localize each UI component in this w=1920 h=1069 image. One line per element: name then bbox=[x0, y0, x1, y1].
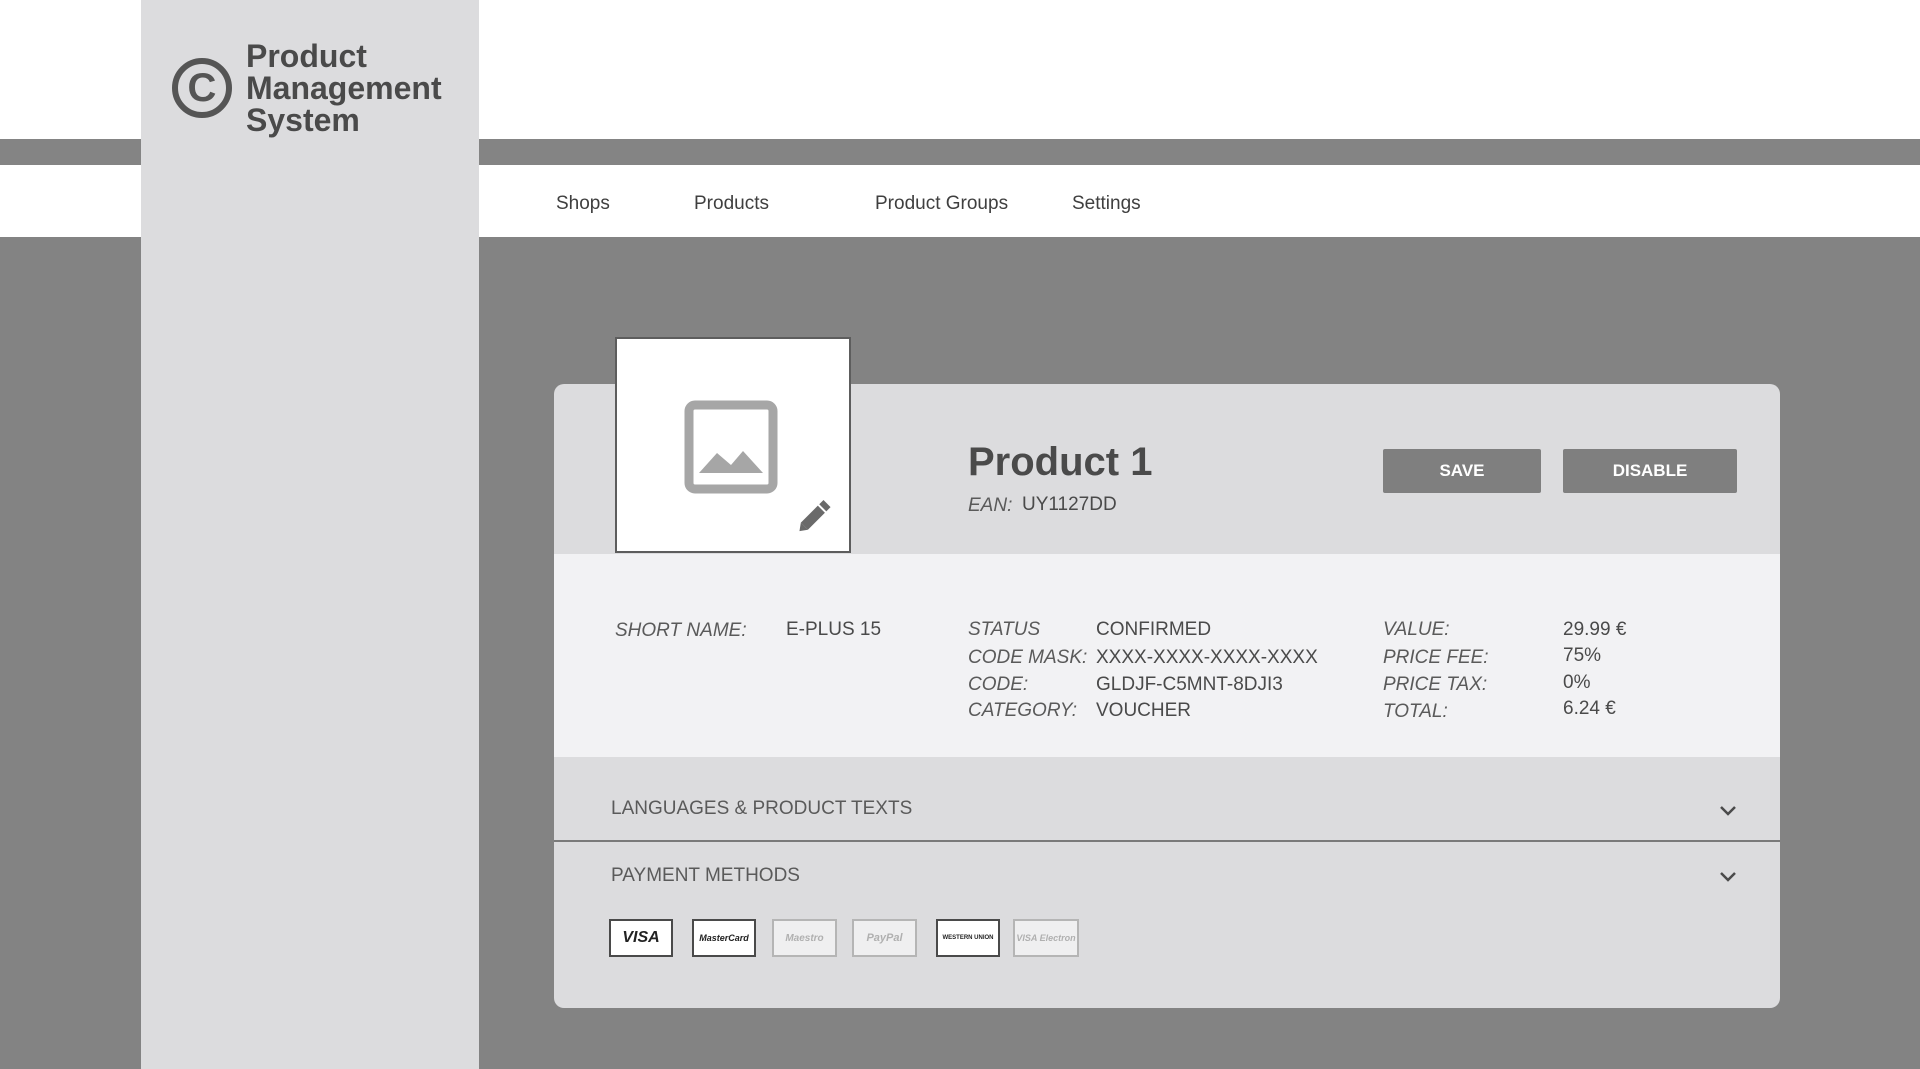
code-label: CODE: bbox=[968, 674, 1029, 695]
payment-method-mastercard[interactable]: MasterCard bbox=[692, 919, 756, 957]
category-value: VOUCHER bbox=[1096, 700, 1192, 721]
app-title-line: Product bbox=[246, 38, 367, 74]
save-button[interactable]: SAVE bbox=[1383, 449, 1541, 493]
status-value: CONFIRMED bbox=[1096, 619, 1212, 640]
nav-item-shops[interactable]: Shops bbox=[556, 193, 610, 215]
app-title-line: System bbox=[246, 102, 360, 138]
nav-item-products[interactable]: Products bbox=[694, 193, 769, 215]
code-mask-value: XXXX-XXXX-XXXX-XXXX bbox=[1096, 647, 1318, 668]
payment-method-paypal[interactable]: PayPal bbox=[852, 919, 917, 957]
value-label: VALUE: bbox=[1383, 619, 1450, 640]
status-label: STATUS bbox=[968, 619, 1041, 640]
payment-methods-section-header[interactable]: PAYMENT METHODS bbox=[611, 865, 800, 887]
app-logo[interactable]: C Product Management System bbox=[172, 40, 442, 136]
price-fee-label: PRICE FEE: bbox=[1383, 647, 1489, 668]
total-label: TOTAL: bbox=[1383, 701, 1448, 722]
languages-section-header[interactable]: LANGUAGES & PRODUCT TEXTS bbox=[611, 798, 912, 820]
pencil-icon[interactable] bbox=[793, 495, 837, 539]
app-title-line: Management bbox=[246, 70, 442, 106]
chevron-down-icon[interactable] bbox=[1718, 804, 1738, 818]
chevron-down-icon[interactable] bbox=[1718, 870, 1738, 884]
payment-method-maestro[interactable]: Maestro bbox=[772, 919, 837, 957]
section-divider bbox=[554, 840, 1780, 842]
app-title: Product Management System bbox=[246, 40, 442, 136]
copyright-icon: C bbox=[172, 58, 232, 118]
payment-method-western-union[interactable]: WESTERN UNION bbox=[936, 919, 1000, 957]
short-name-value: E-PLUS 15 bbox=[786, 619, 882, 640]
price-tax-label: PRICE TAX: bbox=[1383, 674, 1488, 695]
ean-value: UY1127DD bbox=[1022, 494, 1117, 515]
ean-label: EAN: bbox=[968, 495, 1013, 516]
price-tax-value: 0% bbox=[1563, 672, 1591, 693]
payment-method-visa[interactable]: VISA bbox=[609, 919, 673, 957]
nav-item-product-groups[interactable]: Product Groups bbox=[875, 193, 1008, 215]
category-label: CATEGORY: bbox=[968, 700, 1078, 721]
product-image[interactable] bbox=[615, 337, 851, 553]
nav-item-settings[interactable]: Settings bbox=[1072, 193, 1141, 215]
payment-method-visa-electron[interactable]: VISA Electron bbox=[1013, 919, 1079, 957]
price-fee-value: 75% bbox=[1563, 645, 1602, 666]
total-value: 6.24 € bbox=[1563, 698, 1616, 719]
product-title: Product 1 bbox=[968, 440, 1153, 484]
value-value: 29.99 € bbox=[1563, 619, 1627, 640]
code-value: GLDJF-C5MNT-8DJI3 bbox=[1096, 674, 1283, 695]
sidebar bbox=[141, 0, 479, 1069]
short-name-label: SHORT NAME: bbox=[615, 620, 747, 641]
disable-button[interactable]: DISABLE bbox=[1563, 449, 1737, 493]
code-mask-label: CODE MASK: bbox=[968, 647, 1088, 668]
